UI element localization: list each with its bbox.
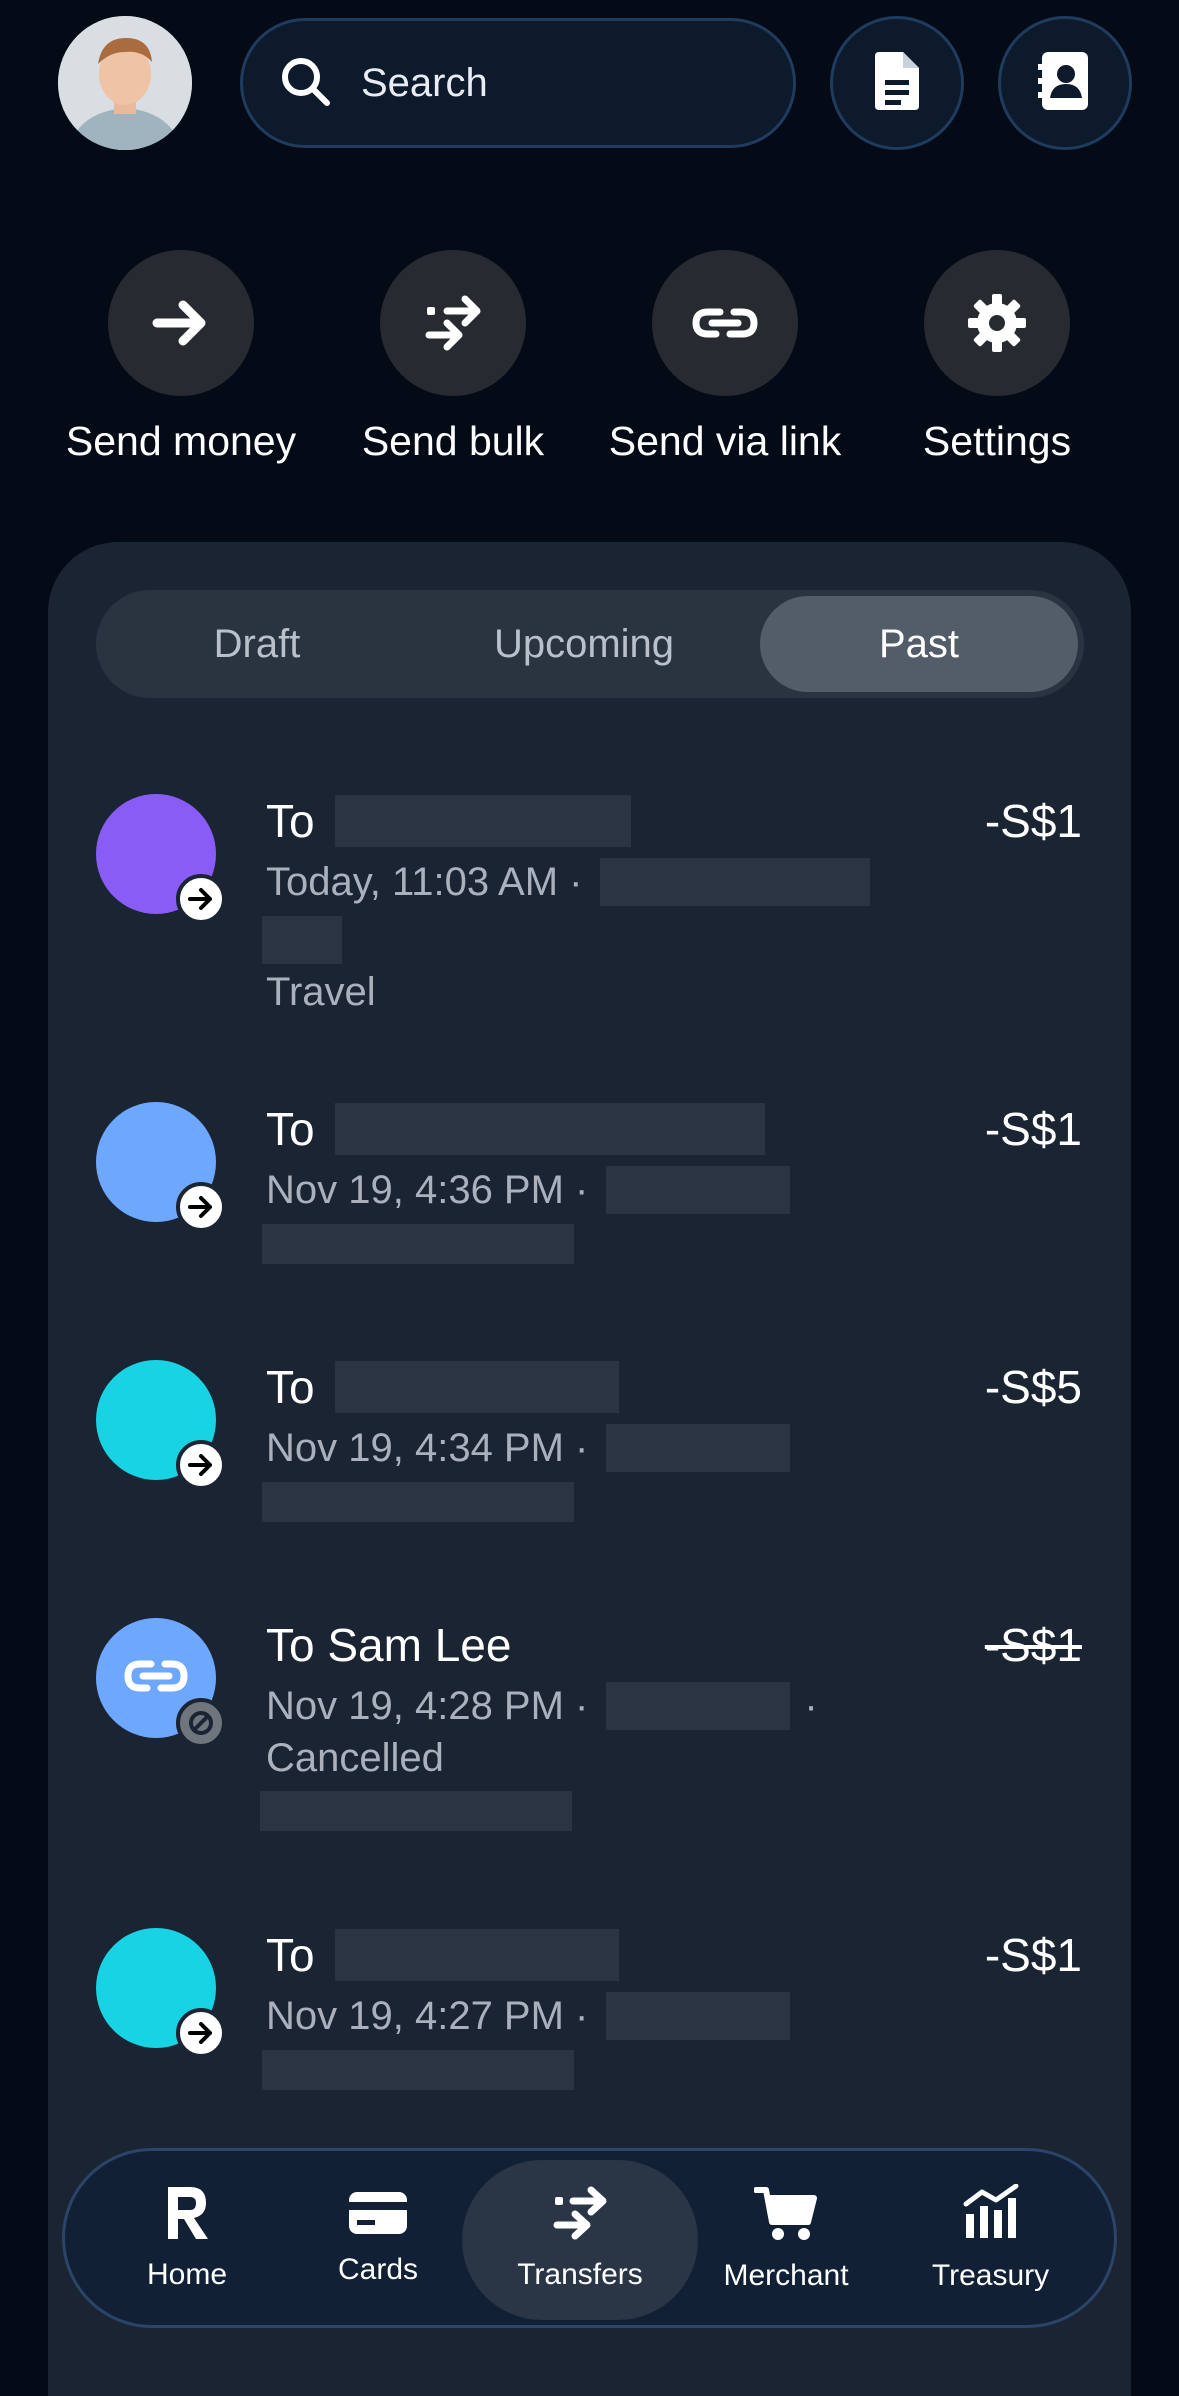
tab-draft[interactable]: Draft [102, 596, 412, 692]
bar-chart-icon [962, 2183, 1020, 2247]
transfer-row[interactable]: To Nov 19, 4:34 PM · -S$5 [96, 1360, 1084, 1530]
link-icon [652, 250, 798, 396]
arrow-right-icon [176, 2008, 226, 2058]
document-icon [871, 50, 923, 117]
transfer-category: Travel [266, 970, 376, 1014]
send-bulk-action[interactable]: Send bulk [318, 250, 588, 465]
search-icon [277, 53, 333, 114]
transfer-row[interactable]: To Nov 19, 4:27 PM · -S$1 [96, 1928, 1084, 2098]
transfer-date: Today, 11:03 AM · [266, 859, 583, 904]
transfer-filter-tabs: Draft Upcoming Past [96, 590, 1084, 698]
search-bar[interactable]: Search [240, 18, 796, 148]
tab-past[interactable]: Past [760, 596, 1078, 692]
transfer-status: Cancelled [266, 1736, 444, 1780]
transfer-row[interactable]: To Sam Lee Nov 19, 4:28 PM · · Cancelled … [96, 1618, 1084, 1838]
card-icon [347, 2190, 409, 2241]
transfer-arrows-icon [549, 2185, 611, 2246]
settings-label: Settings [922, 418, 1072, 464]
statements-button[interactable] [830, 16, 964, 150]
nav-transfers[interactable]: Transfers [480, 2151, 680, 2325]
transfer-amount: -S$5 [984, 1361, 1082, 1413]
transfer-title: To [266, 1929, 315, 1981]
nav-merchant[interactable]: Merchant [706, 2151, 866, 2325]
nav-merchant-label: Merchant [723, 2258, 849, 2292]
transfer-title: To Sam Lee [266, 1619, 512, 1671]
nav-cards-label: Cards [337, 2252, 419, 2286]
arrow-right-icon [108, 250, 254, 396]
transfer-row[interactable]: To Nov 19, 4:36 PM · -S$1 [96, 1102, 1084, 1272]
home-logo-icon [162, 2185, 212, 2246]
search-placeholder: Search [361, 60, 488, 105]
transfer-date: Nov 19, 4:28 PM · [266, 1683, 589, 1728]
send-bulk-label: Send bulk [361, 418, 545, 464]
nav-home[interactable]: Home [112, 2151, 262, 2325]
transfer-title: To [266, 1361, 315, 1413]
nav-treasury[interactable]: Treasury [908, 2151, 1073, 2325]
arrow-right-icon [176, 874, 226, 924]
tab-upcoming[interactable]: Upcoming [416, 596, 752, 692]
arrow-right-icon [176, 1440, 226, 1490]
nav-treasury-label: Treasury [931, 2258, 1050, 2292]
send-money-action[interactable]: Send money [46, 250, 316, 465]
contacts-book-icon [1036, 50, 1094, 117]
settings-action[interactable]: Settings [862, 250, 1132, 465]
link-icon [123, 1652, 189, 1705]
transfer-amount: -S$1 [984, 1103, 1082, 1155]
send-via-link-label: Send via link [608, 418, 842, 464]
contacts-button[interactable] [998, 16, 1132, 150]
send-via-link-action[interactable]: Send via link [590, 250, 860, 465]
nav-home-label: Home [146, 2257, 228, 2291]
transfer-title: To [266, 1103, 315, 1155]
cancel-icon [176, 1698, 226, 1748]
transfer-amount: -S$1 [984, 1929, 1082, 1981]
transfer-amount: -S$1 [984, 1619, 1082, 1671]
nav-cards[interactable]: Cards [303, 2151, 453, 2325]
gear-icon [924, 250, 1070, 396]
shopping-cart-icon [753, 2184, 818, 2247]
transfer-amount: -S$1 [984, 795, 1082, 847]
profile-avatar[interactable] [58, 16, 192, 150]
nav-transfers-label: Transfers [517, 2257, 643, 2291]
transfer-row[interactable]: To Today, 11:03 AM · Travel -S$1 [96, 794, 1084, 1014]
send-money-label: Send money [65, 418, 297, 464]
transfer-title: To [266, 795, 315, 847]
transfer-date: Nov 19, 4:34 PM · [266, 1425, 589, 1470]
transfer-date: Nov 19, 4:36 PM · [266, 1167, 589, 1212]
transfer-date: Nov 19, 4:27 PM · [266, 1993, 589, 2038]
arrow-right-icon [176, 1182, 226, 1232]
transfer-arrows-icon [380, 250, 526, 396]
